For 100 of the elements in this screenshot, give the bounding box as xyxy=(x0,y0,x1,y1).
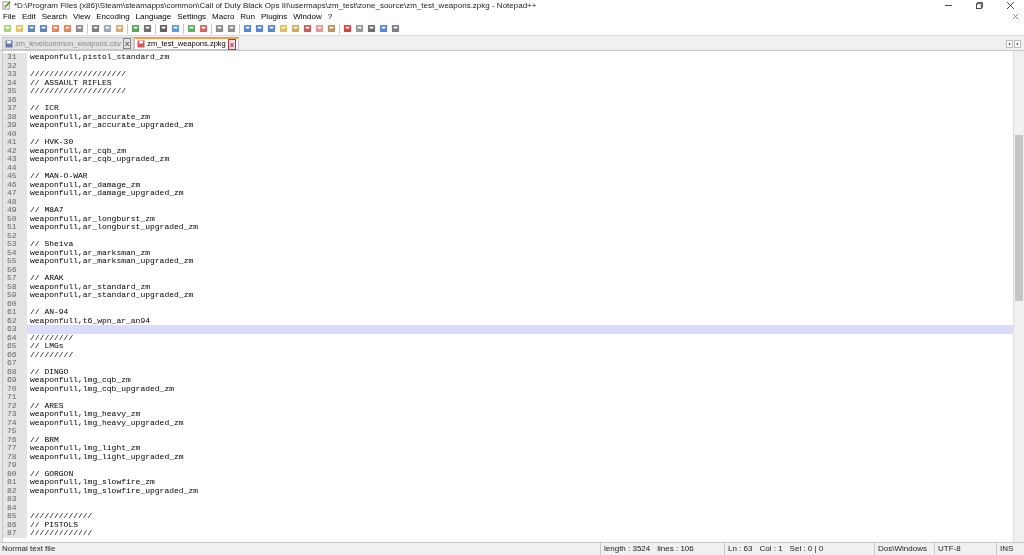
menu-item[interactable]: Settings xyxy=(174,11,210,22)
menu-item[interactable]: File xyxy=(0,11,19,22)
code-line: weaponfull,ar_accurate_upgraded_zm xyxy=(30,121,194,130)
line-number: 85 xyxy=(3,512,27,521)
line-number: 36 xyxy=(3,95,27,104)
code-line: weaponfull,ar_damage_zm xyxy=(30,180,141,189)
line-number: 44 xyxy=(3,163,27,172)
menu-item[interactable]: Window xyxy=(290,11,325,22)
menu-item[interactable]: Edit xyxy=(18,11,39,22)
line-number: 40 xyxy=(3,129,27,138)
menu-item[interactable]: Macro xyxy=(209,11,238,22)
code-line: // DINGO xyxy=(30,367,69,376)
line-number: 68 xyxy=(3,367,27,376)
line-number: 49 xyxy=(3,206,27,215)
saved-file-icon xyxy=(5,39,13,48)
line-number: 39 xyxy=(3,121,27,130)
line-ending: Dos\Windows xyxy=(874,543,934,555)
line-number: 41 xyxy=(3,138,27,147)
line-number: 33 xyxy=(3,70,27,79)
file-length: length : 3524 xyxy=(604,543,651,555)
code-line: ///////// xyxy=(30,350,74,359)
line-number: 69 xyxy=(3,376,27,385)
insert-mode: INS xyxy=(996,543,1024,555)
code-line: // ARES xyxy=(30,401,64,410)
line-number: 35 xyxy=(3,87,27,96)
code-line: weaponfull,ar_marksman_zm xyxy=(30,248,151,257)
line-number: 31 xyxy=(3,53,27,62)
line-number: 73 xyxy=(3,410,27,419)
menu-item[interactable]: Plugins xyxy=(258,11,291,22)
code-line: weaponfull,lmg_slowfire_upgraded_zm xyxy=(30,486,199,495)
menu-item[interactable]: Language xyxy=(132,11,175,22)
code-line: // Sheiva xyxy=(30,240,74,249)
scrollbar-thumb[interactable] xyxy=(1015,135,1023,301)
line-number: 54 xyxy=(3,248,27,257)
scroll-right-icon[interactable] xyxy=(1014,40,1021,48)
tab-close-button[interactable]: x xyxy=(227,38,237,50)
line-number: 62 xyxy=(3,316,27,325)
tab-close-button[interactable]: x xyxy=(122,38,132,49)
menu-item[interactable]: Search xyxy=(38,11,71,22)
line-number: 81 xyxy=(3,478,27,487)
line-number: 47 xyxy=(3,189,27,198)
line-number: 74 xyxy=(3,418,27,427)
code-line: weaponfull,ar_standard_zm xyxy=(30,282,151,291)
encoding: UTF-8 xyxy=(934,543,996,555)
code-line: // PISTOLS xyxy=(30,520,78,529)
code-line: weaponfull,ar_longburst_upgraded_zm xyxy=(30,223,199,232)
line-number: 75 xyxy=(3,427,27,436)
code-line: // ARAK xyxy=(30,274,64,283)
modified-file-icon xyxy=(137,40,146,48)
code-line: weaponfull,t6_wpn_ar_an94 xyxy=(30,316,151,325)
code-line: weaponfull,ar_cqb_upgraded_zm xyxy=(30,155,170,164)
code-line: // HVK-30 xyxy=(30,138,74,147)
line-number: 60 xyxy=(3,299,27,308)
line-number: 45 xyxy=(3,172,27,181)
line-number: 38 xyxy=(3,112,27,121)
close-document-icon[interactable] xyxy=(1013,14,1018,19)
code-line: weaponfull,lmg_cqb_zm xyxy=(30,376,131,384)
line-number: 80 xyxy=(3,469,27,478)
line-number: 66 xyxy=(3,350,27,359)
line-number: 42 xyxy=(3,146,27,155)
code-line: // MAN-O-WAR xyxy=(30,172,88,181)
code-line: weaponfull,ar_cqb_zm xyxy=(30,146,126,155)
line-number: 72 xyxy=(3,401,27,410)
line-number: 53 xyxy=(3,240,27,249)
close-icon[interactable] xyxy=(1007,2,1014,9)
minimize-icon[interactable] xyxy=(945,2,952,9)
line-number: 79 xyxy=(3,461,27,470)
line-number: 57 xyxy=(3,274,27,283)
code-line: // GORGON xyxy=(30,469,74,478)
menu-item[interactable]: Run xyxy=(237,11,259,22)
line-number: 61 xyxy=(3,308,27,317)
code-line: ///////////// xyxy=(30,512,93,521)
column-position: Col : 1 xyxy=(759,543,783,555)
line-number: 46 xyxy=(3,180,27,189)
line-number: 43 xyxy=(3,155,27,164)
code-line: weaponfull,pistol_standard_zm xyxy=(30,53,170,62)
code-line: // ASSAULT RIFLES xyxy=(30,78,112,87)
code-line: weaponfull,ar_accurate_zm xyxy=(30,112,151,121)
code-line: weaponfull,lmg_light_upgraded_zm xyxy=(30,452,184,461)
menu-item[interactable]: ? xyxy=(324,11,336,22)
menu-item[interactable]: Encoding xyxy=(93,11,133,22)
line-count: lines : 106 xyxy=(657,543,694,555)
window-title: *D:\Program Files (x86)\Steam\steamapps\common\Call of Duty Black Ops III\usermaps\zm_test\zone_source\zm_test_weapons.zpkg - Notepad++ xyxy=(14,0,537,12)
code-line: weaponfull,lmg_heavy_zm xyxy=(30,410,141,418)
code-line: weaponfull,lmg_light_zm xyxy=(30,444,141,452)
scroll-left-icon[interactable] xyxy=(1006,40,1013,48)
selection-count: Sel : 0 | 0 xyxy=(789,543,824,555)
line-number: 52 xyxy=(3,231,27,240)
line-number: 70 xyxy=(3,384,27,393)
line-number: 56 xyxy=(3,265,27,274)
line-number: 87 xyxy=(3,529,27,538)
menu-item[interactable]: View xyxy=(70,11,94,22)
restore-icon[interactable] xyxy=(976,2,983,9)
line-number: 58 xyxy=(3,282,27,291)
code-line: weaponfull,ar_standard_upgraded_zm xyxy=(30,291,194,300)
code-line: weaponfull,ar_longburst_zm xyxy=(30,214,155,223)
code-line: weaponfull,ar_marksman_upgraded_zm xyxy=(30,257,194,266)
line-position: Ln : 63 xyxy=(728,543,753,555)
line-number: 63 xyxy=(3,325,27,334)
line-number: 51 xyxy=(3,223,27,232)
